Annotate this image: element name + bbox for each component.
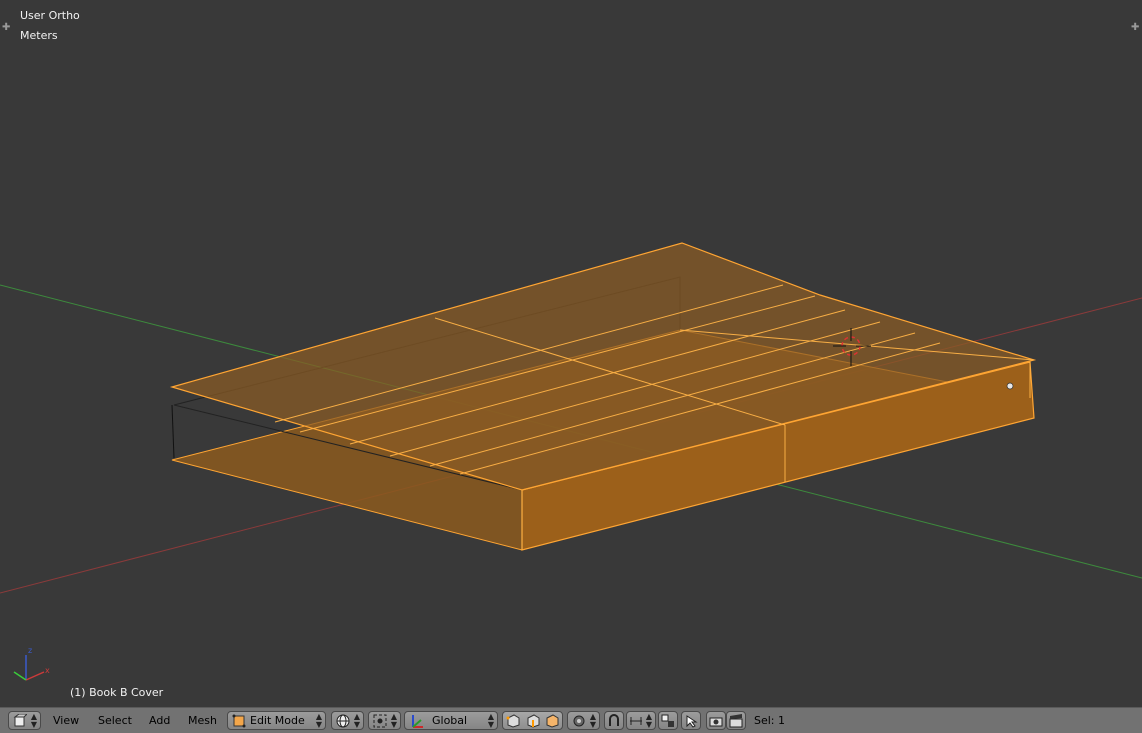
gizmo-z-label: z [28, 646, 32, 655]
chevron-updown-icon: ▲ ▼ [30, 712, 37, 729]
scene-canvas[interactable]: z x [0, 0, 1142, 707]
proportional-edit-icon [573, 715, 585, 727]
menu-mesh[interactable]: Mesh [188, 714, 217, 727]
chevron-updown-icon: ▲ ▼ [645, 712, 652, 729]
region-expand-left-icon[interactable]: ✚ [2, 22, 10, 33]
menu-add[interactable]: Add [149, 714, 170, 727]
chevron-updown-icon: ▲ ▼ [353, 712, 360, 729]
mode-label: Edit Mode [250, 714, 305, 727]
snap-element-icon [630, 717, 642, 725]
snap-icon [609, 714, 619, 726]
edit-mode-icon [232, 714, 246, 728]
selected-vertex[interactable] [1006, 382, 1014, 390]
render-button[interactable] [706, 711, 726, 730]
vertex-select-icon[interactable] [506, 714, 520, 728]
object-info-label: (1) Book B Cover [70, 686, 164, 699]
chevron-updown-icon: ▲ ▼ [589, 712, 596, 729]
manipulator-icon [412, 715, 423, 728]
mirror-icon [661, 714, 674, 727]
units-label: Meters [20, 29, 58, 42]
gizmo-x-label: x [45, 666, 50, 675]
orientation-label: Global [432, 714, 468, 727]
snap-toggle[interactable] [604, 711, 624, 730]
editor-type-icon [13, 714, 27, 727]
menu-view[interactable]: View [53, 714, 79, 727]
selection-status: Sel: 1 [754, 714, 786, 727]
book-cover-mesh[interactable] [169, 242, 1037, 551]
inner-left-edge [171, 404, 175, 459]
proportional-edit-button[interactable]: ▲ ▼ [567, 711, 600, 730]
pivot-icon [373, 714, 387, 728]
editor-type-button[interactable]: ▲ ▼ [8, 711, 41, 730]
affect-only-button[interactable] [681, 711, 701, 730]
snap-target-button[interactable] [658, 711, 678, 730]
select-mode-group [502, 711, 563, 730]
render-animation-button[interactable] [726, 711, 746, 730]
mode-dropdown[interactable]: Edit Mode ▲ ▼ [227, 711, 326, 730]
chevron-updown-icon: ▲ ▼ [315, 712, 322, 729]
edge-select-icon[interactable] [526, 714, 540, 728]
snap-element-button[interactable]: ▲ ▼ [626, 711, 656, 730]
axes-gizmo: z x [13, 646, 50, 681]
chevron-updown-icon: ▲ ▼ [390, 712, 397, 729]
camera-icon [709, 717, 723, 727]
region-expand-right-icon[interactable]: ✚ [1131, 22, 1139, 33]
view-name-label: User Ortho [20, 9, 80, 22]
shading-icon [336, 714, 350, 728]
cursor-arrow-icon [686, 715, 698, 728]
face-select-icon[interactable] [545, 714, 559, 728]
3d-viewport[interactable]: z x User Ortho Meters (1) Book B Cover ✚… [0, 0, 1142, 707]
clapper-icon [729, 714, 743, 728]
viewport-shading-button[interactable]: ▲ ▼ [331, 711, 364, 730]
transform-orientation-dropdown[interactable]: Global ▲ ▼ [404, 711, 498, 730]
viewport-header: ▲ ▼ View Select Add Mesh Edit Mode ▲ ▼ ▲ ▼ … [0, 707, 1142, 733]
chevron-updown-icon: ▲ ▼ [487, 712, 494, 729]
menu-select[interactable]: Select [98, 714, 132, 727]
pivot-point-button[interactable]: ▲ ▼ [368, 711, 401, 730]
